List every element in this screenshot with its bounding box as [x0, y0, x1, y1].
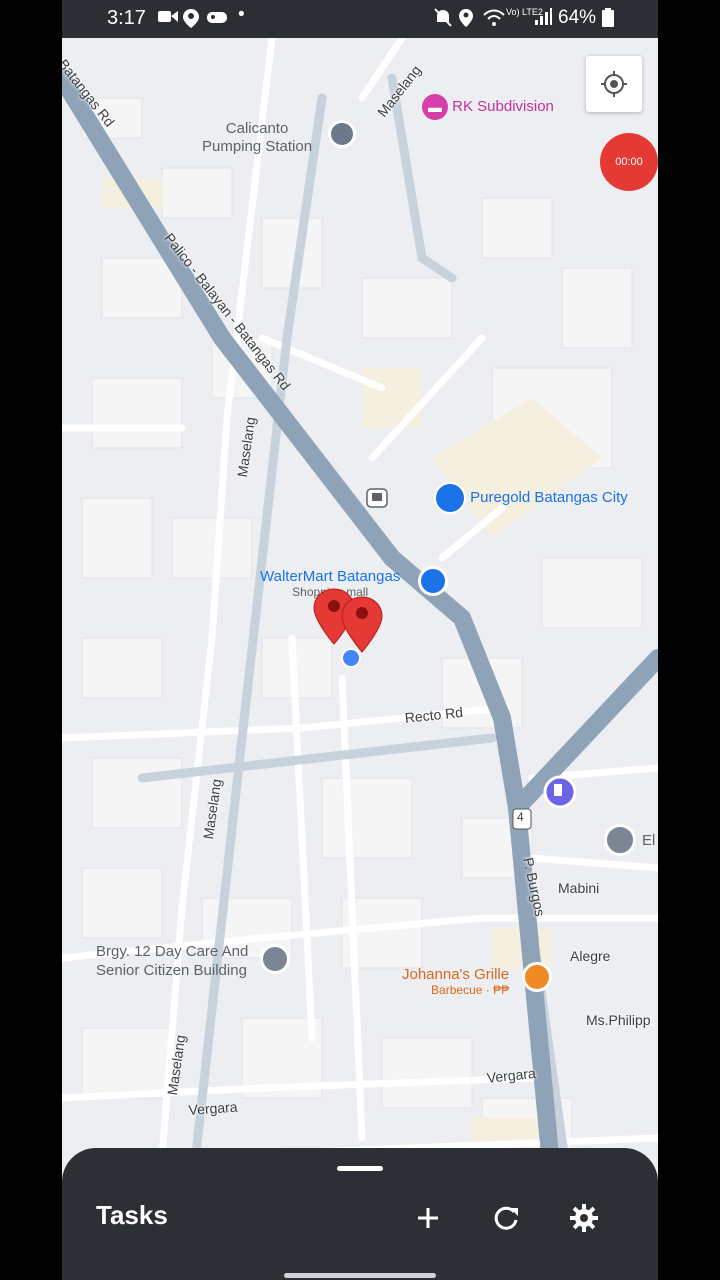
gps-icon — [459, 9, 473, 27]
plus-icon — [418, 1208, 438, 1228]
gear-icon — [570, 1204, 598, 1232]
gesture-nav-bar[interactable] — [284, 1273, 436, 1278]
landmark-icon — [328, 120, 356, 148]
daycare-poi[interactable]: Brgy. 12 Day Care And Senior Citizen Bui… — [96, 942, 248, 980]
hotel-icon: ▬ — [422, 94, 448, 120]
daycare-label-line2: Senior Citizen Building — [96, 962, 247, 979]
signal-icon — [535, 8, 552, 25]
waltermart-label: WalterMart Batangas — [260, 568, 401, 585]
daycare-label-line1: Brgy. 12 Day Care And — [96, 943, 249, 960]
johannas-sublabel: Barbecue · ₱₱ — [431, 983, 510, 997]
location-pin-icon — [183, 9, 199, 28]
johannas-grille-poi[interactable]: Johanna's Grille Barbecue · ₱₱ — [402, 966, 509, 997]
street-mabini: Mabini — [558, 880, 600, 896]
tasks-title: Tasks — [96, 1200, 168, 1230]
el-partial-label: El — [642, 832, 656, 849]
wifi-icon — [483, 9, 505, 26]
place-pin-icon — [260, 944, 290, 974]
recording-timer-button[interactable]: 00:00 — [600, 133, 658, 191]
rk-subdivision-label: RK Subdivision — [452, 97, 554, 115]
street-ms-philipp: Ms.Philipp — [586, 1012, 651, 1028]
puregold-poi[interactable]: Puregold Batangas City — [434, 482, 628, 514]
calicanto-label-line1: Calicanto — [225, 120, 289, 137]
street-alegre: Alegre — [570, 948, 611, 964]
my-location-button[interactable] — [586, 56, 642, 112]
calicanto-poi[interactable]: Calicanto Pumping Station — [202, 120, 312, 156]
shopping-cart-icon — [434, 482, 466, 514]
battery-icon — [602, 8, 614, 27]
status-dot: • — [238, 4, 245, 25]
map-marker-2 — [341, 596, 383, 653]
refresh-button[interactable] — [488, 1200, 524, 1236]
crosshair-icon — [601, 71, 627, 97]
mute-icon — [434, 8, 452, 27]
settings-button[interactable] — [566, 1200, 602, 1236]
calicanto-label-line2: Pumping Station — [202, 138, 313, 155]
add-task-button[interactable] — [410, 1200, 446, 1236]
status-bar: 3:17 • Vo) LTE2 64% — [62, 0, 658, 38]
place-pin-icon-right — [604, 824, 636, 856]
tasks-bottom-sheet[interactable]: Tasks — [62, 1148, 658, 1280]
street-vergara-left: Vergara — [188, 1098, 239, 1118]
battery-percent: 64% — [558, 7, 597, 28]
map-view[interactable]: ▬ RK Subdivision Calicanto Pumping Stati… — [62, 38, 658, 1280]
restaurant-icon — [522, 962, 552, 992]
video-camera-icon — [158, 11, 178, 22]
sheet-drag-handle[interactable] — [337, 1166, 383, 1171]
shopping-bag-icon — [418, 566, 448, 596]
status-time: 3:17 — [107, 7, 146, 29]
refresh-icon — [494, 1206, 518, 1230]
current-location-dot — [341, 648, 361, 668]
recording-time: 00:00 — [615, 156, 643, 168]
rk-subdivision-poi[interactable]: ▬ RK Subdivision — [422, 94, 554, 120]
puregold-label: Puregold Batangas City — [470, 488, 628, 506]
phone-screen: ▬ RK Subdivision Calicanto Pumping Stati… — [62, 0, 658, 1280]
task-markers[interactable] — [308, 586, 388, 656]
route-shield-label: 4 — [517, 810, 524, 824]
game-controller-icon — [207, 12, 227, 23]
johannas-label: Johanna's Grille — [402, 966, 510, 983]
